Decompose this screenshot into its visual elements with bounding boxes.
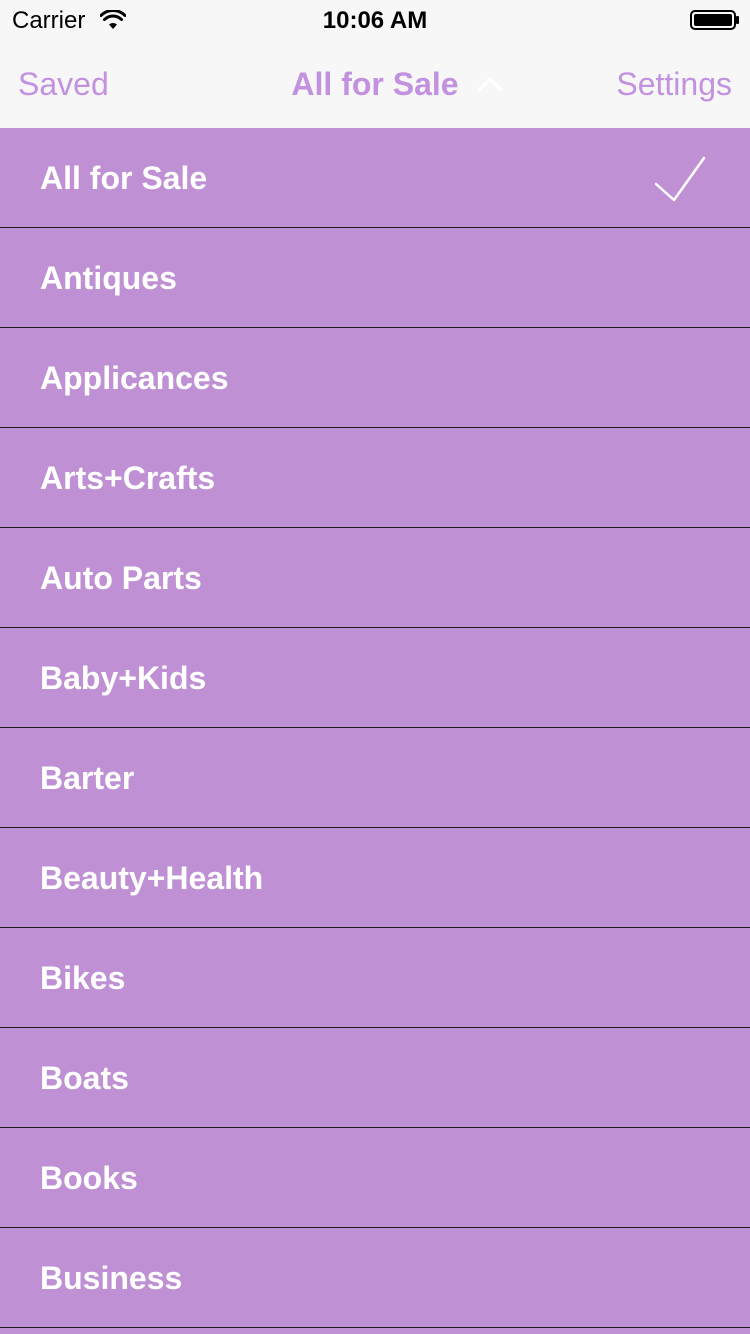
list-item-label: Business — [40, 1260, 183, 1296]
top-bar: Carrier 10:06 AM Saved All for Sale Sett… — [0, 0, 750, 128]
list-item-auto-parts[interactable]: Auto Parts — [0, 528, 750, 628]
navigation-bar: Saved All for Sale Settings — [0, 40, 750, 128]
list-item-antiques[interactable]: Antiques — [0, 228, 750, 328]
list-item-label: Arts+Crafts — [40, 460, 216, 496]
list-item-label: Auto Parts — [40, 560, 202, 596]
list-item-label: Applicances — [40, 360, 229, 396]
list-item-label: Bikes — [40, 960, 126, 996]
category-picker-toggle[interactable]: All for Sale — [269, 64, 503, 104]
list-item-label: Barter — [40, 760, 135, 796]
list-item-barter[interactable]: Barter — [0, 728, 750, 828]
status-time: 10:06 AM — [322, 7, 428, 34]
list-item-label: Beauty+Health — [40, 860, 264, 896]
list-item-arts-crafts[interactable]: Arts+Crafts — [0, 428, 750, 528]
nav-title: All for Sale — [291, 66, 459, 102]
list-item-baby-kids[interactable]: Baby+Kids — [0, 628, 750, 728]
list-item-business[interactable]: Business — [0, 1228, 750, 1328]
list-item-appliances[interactable]: Applicances — [0, 328, 750, 428]
list-item-label: All for Sale — [40, 160, 208, 196]
settings-button[interactable]: Settings — [616, 64, 732, 104]
list-item-boats[interactable]: Boats — [0, 1028, 750, 1128]
list-item-bikes[interactable]: Bikes — [0, 928, 750, 1028]
list-item-all-for-sale[interactable]: All for Sale — [0, 128, 750, 228]
list-item-beauty-health[interactable]: Beauty+Health — [0, 828, 750, 928]
list-item-label: Antiques — [40, 260, 177, 296]
list-item-label: Books — [40, 1160, 138, 1196]
battery-icon — [690, 10, 739, 30]
screen: Carrier 10:06 AM Saved All for Sale Sett… — [0, 0, 750, 1334]
checkmark-icon — [654, 156, 706, 202]
list-item-books[interactable]: Books — [0, 1128, 750, 1228]
list-item-label: Baby+Kids — [40, 660, 207, 696]
status-bar: Carrier 10:06 AM — [0, 0, 750, 40]
list-item-label: Boats — [40, 1060, 129, 1096]
chevron-up-icon — [477, 77, 503, 92]
category-list: All for Sale Antiques Applicances Arts+C… — [0, 128, 750, 1334]
saved-button[interactable]: Saved — [18, 64, 109, 104]
